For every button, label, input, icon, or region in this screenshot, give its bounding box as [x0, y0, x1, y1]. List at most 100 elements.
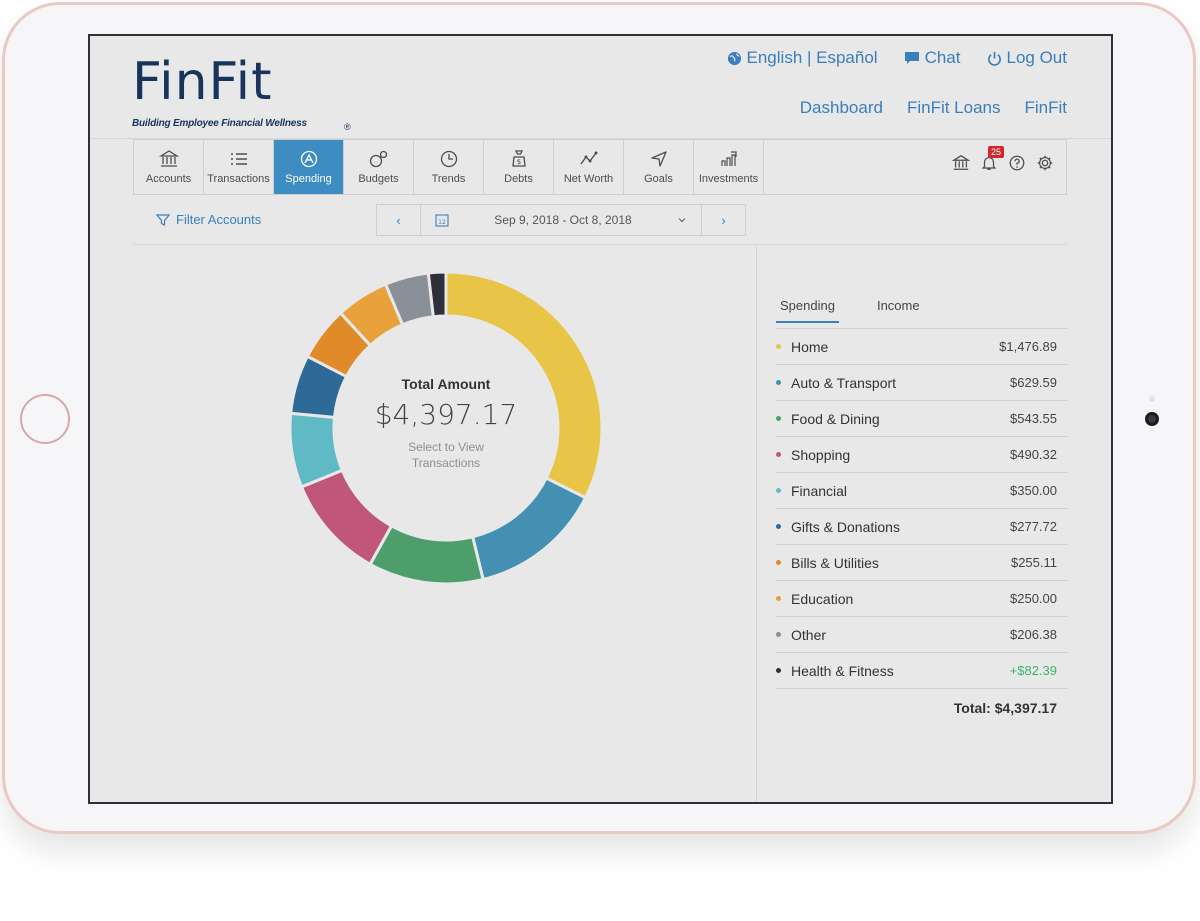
help-icon[interactable]	[1008, 154, 1026, 172]
category-row[interactable]: Gifts & Donations $277.72	[776, 509, 1067, 545]
tab-label: Transactions	[207, 173, 270, 185]
tab-label: Budgets	[358, 173, 399, 185]
category-dot	[776, 668, 781, 673]
nav-finfit-loans[interactable]: FinFit Loans	[907, 98, 1001, 118]
tab-investments[interactable]: Investments	[694, 140, 764, 194]
category-dot	[776, 524, 781, 529]
calendar-icon: 12	[435, 214, 449, 227]
category-amount: $1,476.89	[999, 339, 1057, 354]
category-name: Food & Dining	[791, 410, 880, 427]
category-dot	[776, 596, 781, 601]
next-period-button[interactable]: ›	[701, 205, 745, 235]
tab-label: Spending	[285, 173, 332, 185]
category-row[interactable]: Health & Fitness +$82.39	[776, 653, 1067, 689]
notification-badge: 25	[988, 146, 1005, 158]
category-amount: $250.00	[1010, 591, 1057, 606]
chat-link[interactable]: Chat	[904, 48, 961, 68]
notifications-button[interactable]: 25	[980, 146, 1005, 172]
subtab-income[interactable]: Income	[873, 298, 924, 323]
gear-icon[interactable]	[1036, 154, 1054, 172]
category-amount: $490.32	[1010, 447, 1057, 462]
tab-label: Debts	[504, 173, 533, 185]
tab-debts[interactable]: $ Debts	[484, 140, 554, 194]
category-name: Gifts & Donations	[791, 518, 900, 535]
category-name: Health & Fitness	[791, 662, 894, 679]
nav-finfit[interactable]: FinFit	[1025, 98, 1068, 118]
feature-tabbar: Accounts Transactions Spending Budgets T…	[133, 139, 1067, 195]
date-range-dropdown[interactable]: 12 Sep 9, 2018 - Oct 8, 2018	[421, 213, 701, 227]
tab-goals[interactable]: Goals	[624, 140, 694, 194]
filter-accounts-button[interactable]: Filter Accounts	[156, 212, 261, 227]
category-dot	[776, 452, 781, 457]
tab-transactions[interactable]: Transactions	[204, 140, 274, 194]
bank-icon[interactable]	[952, 154, 970, 172]
category-dot	[776, 632, 781, 637]
category-row[interactable]: Shopping $490.32	[776, 437, 1067, 473]
logo-tagline: Building Employee Financial Wellness	[132, 118, 307, 129]
sensor-dot	[1149, 396, 1155, 402]
chevron-left-icon: ‹	[396, 212, 401, 228]
language-label: English | Español	[746, 48, 878, 67]
tab-spending[interactable]: Spending	[274, 140, 344, 194]
budgets-icon	[369, 150, 387, 168]
power-icon	[987, 51, 1001, 66]
category-name: Other	[791, 626, 827, 643]
logo-registered-mark: ®	[344, 122, 351, 132]
finfit-logo[interactable]: FinFit ® Building Employee Financial Wel…	[132, 52, 351, 132]
tab-label: Trends	[431, 173, 466, 185]
category-dot	[776, 488, 781, 493]
line-graph-icon	[579, 151, 597, 165]
panel-divider	[756, 246, 757, 802]
category-row[interactable]: Financial $350.00	[776, 473, 1067, 509]
category-list: Home $1,476.89 Auto & Transport $629.59 Food…	[776, 328, 1067, 689]
category-name: Bills & Utilities	[791, 554, 879, 571]
category-row[interactable]: Bills & Utilities $255.11	[776, 545, 1067, 581]
logout-label: Log Out	[1006, 48, 1068, 67]
category-row[interactable]: Auto & Transport $629.59	[776, 365, 1067, 401]
filter-divider	[133, 244, 1067, 245]
category-row[interactable]: Food & Dining $543.55	[776, 401, 1067, 437]
date-range-label: Sep 9, 2018 - Oct 8, 2018	[494, 213, 632, 227]
tab-trends[interactable]: Trends	[414, 140, 484, 194]
donut-center: Total Amount $4,397.17 Select to View Tr…	[346, 376, 546, 471]
logout-link[interactable]: Log Out	[987, 48, 1068, 68]
spending-total: Total: $4,397.17	[953, 700, 1057, 716]
category-row[interactable]: Education $250.00	[776, 581, 1067, 617]
tab-budgets[interactable]: Budgets	[344, 140, 414, 194]
category-amount: $206.38	[1010, 627, 1057, 642]
app-screen: FinFit ® Building Employee Financial Wel…	[88, 34, 1113, 804]
spending-income-tabs: Spending Income	[776, 298, 924, 323]
category-row[interactable]: Other $206.38	[776, 617, 1067, 653]
category-amount: $629.59	[1010, 375, 1057, 390]
logo-wordmark: FinFit	[132, 52, 273, 112]
list-icon	[230, 153, 247, 165]
svg-text:12: 12	[438, 219, 446, 226]
previous-period-button[interactable]: ‹	[377, 205, 421, 235]
home-button[interactable]	[20, 394, 70, 444]
investments-icon	[720, 151, 737, 166]
globe-icon	[727, 51, 741, 65]
chat-bubble-icon	[904, 51, 919, 64]
category-name: Auto & Transport	[791, 374, 897, 391]
utility-links: English | Español Chat Log Out	[727, 48, 1067, 68]
language-link[interactable]: English | Español	[727, 48, 878, 68]
total-amount-title: Total Amount	[401, 376, 491, 392]
subtab-spending[interactable]: Spending	[776, 298, 839, 323]
bank-icon	[158, 150, 179, 167]
tab-label: Net Worth	[563, 173, 614, 185]
donut-slice[interactable]	[470, 476, 588, 582]
category-dot	[776, 380, 781, 385]
category-amount: $350.00	[1010, 483, 1057, 498]
category-row[interactable]: Home $1,476.89	[776, 329, 1067, 365]
donut-slice[interactable]	[299, 468, 394, 567]
svg-text:$: $	[516, 158, 520, 166]
category-amount: $543.55	[1010, 411, 1057, 426]
chevron-right-icon: ›	[721, 212, 726, 228]
tab-net-worth[interactable]: Net Worth	[554, 140, 624, 194]
filter-accounts-label: Filter Accounts	[176, 212, 262, 227]
category-name: Shopping	[791, 446, 851, 463]
tab-accounts[interactable]: Accounts	[134, 140, 204, 194]
tab-label: Goals	[644, 173, 673, 185]
nav-dashboard[interactable]: Dashboard	[800, 98, 883, 118]
spending-icon	[300, 150, 317, 168]
